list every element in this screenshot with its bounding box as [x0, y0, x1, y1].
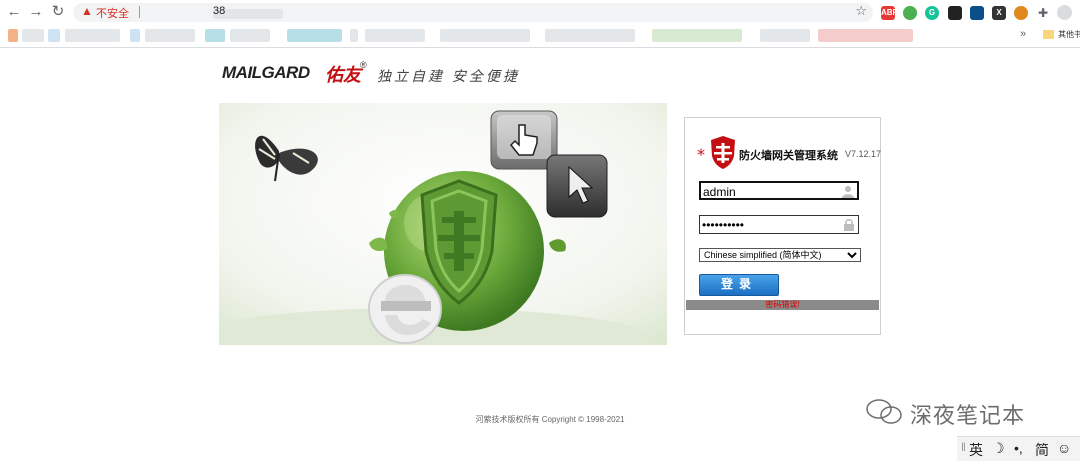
slogan: 独立自建 安全便捷	[377, 68, 520, 84]
bookmark-item[interactable]	[652, 29, 742, 42]
bookmark-item[interactable]	[8, 29, 18, 42]
password-field[interactable]	[699, 215, 859, 234]
username-input[interactable]	[703, 184, 841, 199]
browser-chrome: ← → ↻ ▲ 不安全 38 ☆ ABP G X ✚ » 其他书	[0, 0, 1080, 48]
ime-mode[interactable]: 简	[1035, 440, 1049, 460]
separator	[139, 6, 140, 18]
ime-language[interactable]: 英	[969, 440, 983, 460]
error-message: 密码错误!	[686, 300, 879, 310]
emoji-icon[interactable]: ☺	[1057, 440, 1071, 456]
adblock-icon[interactable]: ABP	[881, 6, 898, 20]
reload-icon[interactable]: ↻	[50, 4, 66, 20]
wechat-icon	[866, 399, 902, 424]
folder-icon	[1043, 30, 1054, 39]
security-label[interactable]: 不安全	[96, 5, 129, 21]
forward-icon[interactable]: →	[28, 4, 44, 20]
bookmark-item[interactable]	[205, 29, 225, 42]
lock-icon	[844, 219, 854, 231]
bookmark-item[interactable]	[130, 29, 140, 42]
version-label: V7.12.17	[845, 149, 882, 159]
punctuation-icon[interactable]: •,	[1014, 440, 1023, 456]
firewall-shield-icon: *	[697, 136, 735, 169]
username-field[interactable]	[699, 181, 859, 200]
bookmark-item[interactable]	[22, 29, 44, 42]
extension-grid-icon[interactable]	[970, 6, 984, 20]
watermark-text: 深夜笔记本	[910, 403, 1026, 428]
logo-chinese: 佑友	[325, 65, 361, 85]
system-title: 防火墙网关管理系统	[739, 150, 838, 162]
url-text[interactable]: 38	[213, 5, 225, 17]
bookmark-item[interactable]	[760, 29, 810, 42]
ime-handle[interactable]: ‖	[961, 440, 966, 454]
bookmarks-bar: » 其他书	[0, 26, 1080, 46]
svg-text:*: *	[697, 145, 705, 164]
bookmark-item[interactable]	[818, 29, 913, 42]
login-panel: * 防火墙网关管理系统 V7.12.17 Chinese simplified …	[684, 117, 881, 335]
bookmark-item[interactable]	[545, 29, 635, 42]
ime-toolbar: ‖ 英 ☽ •, 简 ☺	[957, 436, 1080, 461]
registered-mark: ®	[360, 60, 367, 70]
extension-box-icon[interactable]	[948, 6, 962, 20]
cookie-icon[interactable]	[1014, 6, 1028, 20]
bookmark-item[interactable]	[230, 29, 270, 42]
bookmark-item[interactable]	[365, 29, 425, 42]
other-bookmarks-label[interactable]: 其他书	[1058, 29, 1080, 40]
arrow-cursor-key	[546, 154, 608, 218]
bookmark-item[interactable]	[65, 29, 120, 42]
login-button[interactable]: 登录	[699, 274, 779, 296]
bookmarks-more-button[interactable]: »	[1020, 28, 1026, 40]
bookmark-item[interactable]	[48, 29, 60, 42]
back-icon[interactable]: ←	[6, 4, 22, 20]
bookmark-item[interactable]	[287, 29, 342, 42]
logo-wordmark: MAILGARD	[222, 63, 310, 82]
user-icon	[842, 186, 854, 198]
password-input[interactable]	[702, 217, 840, 232]
language-select[interactable]: Chinese simplified (简体中文)	[699, 248, 861, 262]
e-letter-logo	[368, 274, 442, 344]
star-icon[interactable]: ☆	[855, 3, 867, 19]
address-bar[interactable]: ▲ 不安全 38 ☆	[73, 3, 873, 22]
puzzle-icon[interactable]: ✚	[1036, 6, 1050, 20]
warning-icon: ▲	[81, 4, 93, 18]
bookmark-item[interactable]	[440, 29, 530, 42]
bookmark-item[interactable]	[145, 29, 195, 42]
grammarly-icon[interactable]: G	[925, 6, 939, 20]
extension-x-icon[interactable]: X	[992, 6, 1006, 20]
moon-icon[interactable]: ☽	[992, 440, 1005, 457]
bookmark-item[interactable]	[350, 29, 358, 42]
extension-globe-icon[interactable]	[903, 6, 917, 20]
profile-avatar[interactable]	[1057, 5, 1072, 20]
banner-illustration	[219, 103, 667, 345]
